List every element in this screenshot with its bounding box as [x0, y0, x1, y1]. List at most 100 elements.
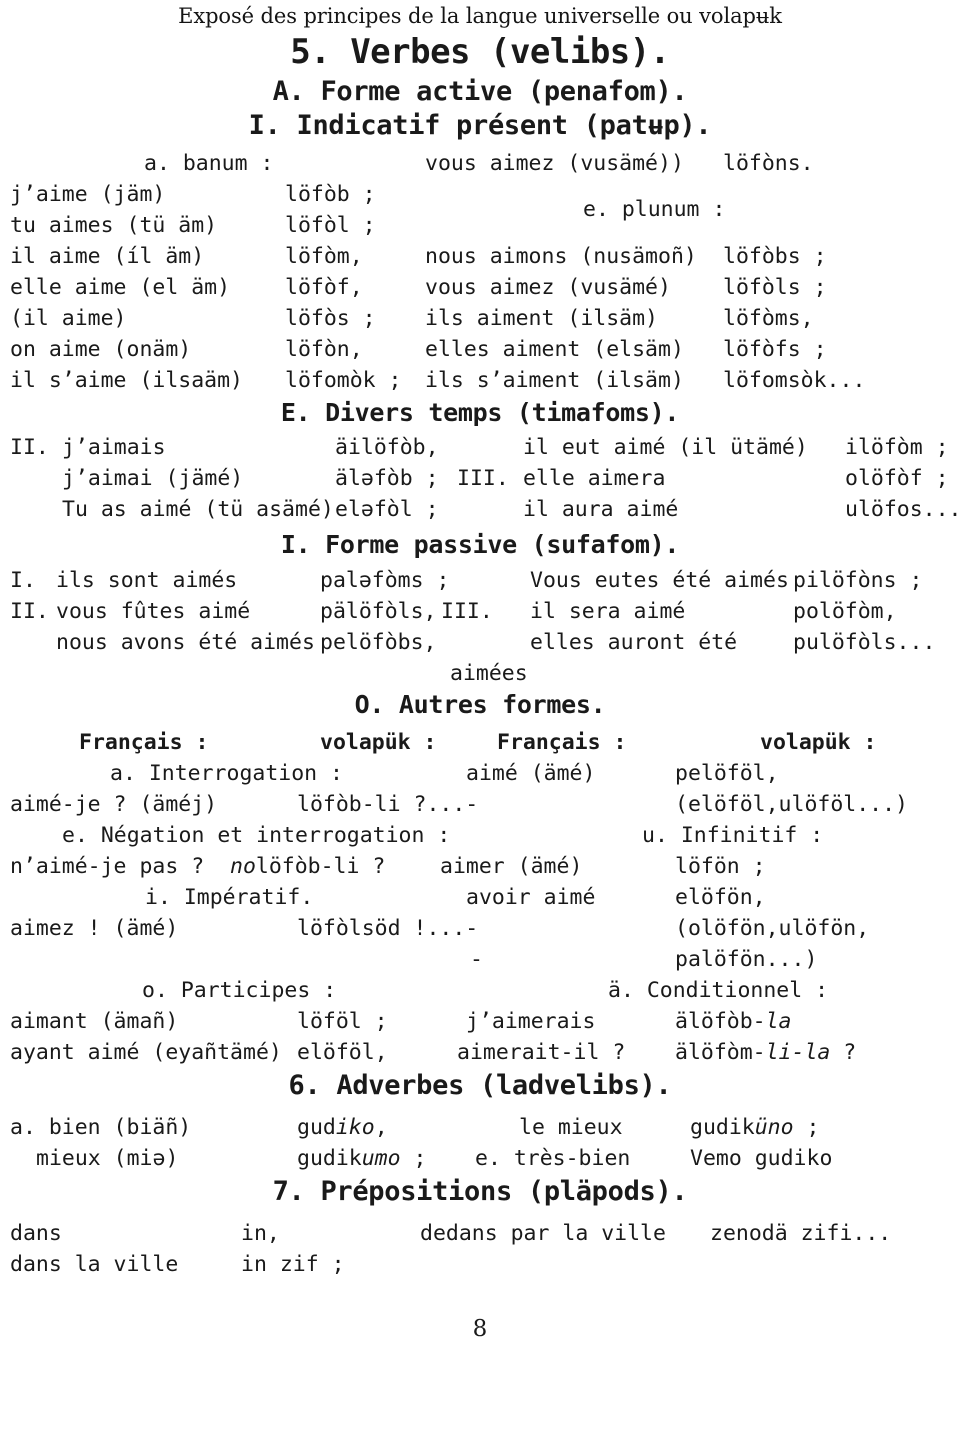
document-page: Exposé des principes de la langue univer…: [0, 0, 960, 1366]
banum-volapuk-top: löfòns.: [723, 151, 814, 176]
conditionnel-q-vp: älöfòm-li-la ?: [675, 1037, 856, 1068]
adverbe-vp2-suffix: üno: [754, 1115, 794, 1140]
infinitif-alt-2: palöfön...): [675, 947, 818, 972]
negation-volapuk-italic: no: [230, 854, 256, 879]
heading-prepositions: 7. Prépositions (pläpods).: [272, 1176, 688, 1207]
preposition-french-2: dedans par la ville: [420, 1221, 666, 1246]
adverbe-vp2-stem: gudik: [690, 1115, 755, 1140]
indicatif-row: j’aime (jäm) löfòb ;: [0, 179, 960, 210]
divers-temps-row: Tu as aimé (tü asämé) eləfòl ; il aura a…: [0, 494, 960, 525]
autres-row-participe-present: aimant (ämañ) löföl ; j’aimerais älöfòb-…: [0, 1006, 960, 1037]
adverbe-vp-punct: ,: [374, 1115, 388, 1140]
indicatif-french: on aime (onäm): [10, 337, 192, 362]
col-header-volapuk-left: volapük :: [320, 730, 437, 755]
passive-volapuk-2: polöfòm,: [793, 599, 897, 624]
preposition-volapuk: in zif ;: [241, 1252, 345, 1277]
participe-volapuk: pelöföl,: [675, 761, 779, 786]
passive-volapuk-2: pilöfòns ;: [793, 568, 923, 593]
adverbe-vp-stem: gud: [297, 1115, 336, 1140]
participe-volapuk-alt: (elöföl,ulöföl...): [675, 792, 908, 817]
interrogation-french: aimé-je ? (äméj): [10, 792, 218, 817]
heading-verbes: 5. Verbes (velibs).: [290, 32, 670, 72]
participe-french: aimé (ämé): [466, 761, 596, 786]
autres-col-header-row: Français : volapük : Français : volapük …: [0, 727, 960, 758]
heading-divers-temps: E. Divers temps (timafoms).: [280, 398, 680, 427]
autres-row-participe-passe: ayant aimé (eyañtämé) elöföl, aimerait-i…: [0, 1037, 960, 1068]
indicatif-volapuk: löfòm,: [285, 244, 363, 269]
passive-french: nous avons été aimés: [56, 630, 315, 655]
negation-french: n’aimé-je pas ?: [10, 854, 205, 879]
label-banum: a. banum :: [144, 151, 274, 176]
imperatif-french: aimez ! (ämé): [10, 916, 179, 941]
passive-volapuk: pelöfòbs,: [320, 630, 437, 655]
divers-french: j’aimais: [62, 435, 166, 460]
autres-row-negation-header: e. Négation et interrogation : u. Infini…: [0, 820, 960, 851]
label-imperatif: i. Impératif.: [145, 885, 314, 910]
indicatif-row: (il aime) löfòs ; ils aiment (ilsäm) löf…: [0, 303, 960, 334]
passive-volapuk-2: pulöfòls...: [793, 630, 936, 655]
col-header-french-left: Français :: [79, 730, 209, 755]
indicatif-french-plural: ils s’aiment (ilsäm): [425, 368, 684, 393]
heading-adverbes: 6. Adverbes (ladvelibs).: [288, 1070, 672, 1101]
passive-french-2: il sera aimé: [530, 599, 686, 624]
label-infinitif: u. Infinitif :: [642, 823, 824, 848]
imperatif-volapuk: löfòlsöd !...-: [297, 916, 479, 941]
divers-french: j’aimai (jämé): [62, 466, 244, 491]
infinitif-french: aimer (ämé): [440, 854, 583, 879]
divers-french: Tu as aimé (tü asämé): [62, 497, 334, 522]
adverbe-french: mieux (miə): [36, 1146, 179, 1171]
label-conditionnel: ä. Conditionnel :: [608, 978, 829, 1003]
passive-numeral: II.: [10, 599, 49, 624]
autres-row-imperatif-header: i. Impératif. avoir aimé elöfön,: [0, 882, 960, 913]
preposition-volapuk-2: zenodä zifi...: [710, 1221, 892, 1246]
passive-trailing-row: aimées: [0, 658, 960, 689]
adverbe-vp-punct: ;: [400, 1146, 427, 1171]
conditionnel-q-fr: aimerait-il ?: [457, 1040, 626, 1065]
adverbe-french-2: le mieux: [519, 1115, 623, 1140]
passive-aimees: aimées: [450, 661, 528, 686]
col-header-volapuk-right: volapük :: [760, 730, 877, 755]
adverbes-row: a. bien (biäñ) gudiko, le mieux gudiküno…: [0, 1112, 960, 1143]
divers-temps-row: II. j’aimais äilöfòb, il eut aimé (il üt…: [0, 432, 960, 463]
indicatif-volapuk-plural: löfomsòk...: [723, 368, 866, 393]
heading-forme-passive: I. Forme passive (sufafom).: [280, 530, 680, 559]
conditionnel-q-suffix: li-la: [765, 1040, 831, 1065]
running-head: Exposé des principes de la langue univer…: [178, 4, 782, 28]
indicatif-row: il aime (íl äm) löfòm, nous aimons (nusä…: [0, 241, 960, 272]
prepositions-row: dans la ville in zif ;: [0, 1249, 960, 1280]
adverbe-vp-stem: gudik: [297, 1146, 362, 1171]
indicatif-volapuk-plural: löfòfs ;: [723, 337, 827, 362]
passive-numeral: I.: [10, 568, 36, 593]
divers-volapuk: eləfòl ;: [335, 497, 439, 522]
indicatif-french: elle aime (el äm): [10, 275, 231, 300]
banum-french-top: vous aimez (vusämé)): [425, 151, 684, 176]
indicatif-volapuk-plural: löfòbs ;: [723, 244, 827, 269]
indicatif-french: il aime (íl äm): [10, 244, 205, 269]
adverbe-vp-suffix: umo: [361, 1146, 401, 1171]
divers-volapuk: äləfòb ;: [335, 466, 439, 491]
conditionnel-volapuk: älöfòb-la: [675, 1006, 792, 1037]
indicatif-french: tu aimes (tü äm): [10, 213, 218, 238]
indicatif-french: j’aime (jäm): [10, 182, 166, 207]
conditionnel-vp-suffix: la: [765, 1009, 792, 1034]
indicatif-volapuk: löfòn,: [285, 337, 363, 362]
indicatif-banum-row: a. banum : vous aimez (vusämé)) löfòns.: [0, 148, 960, 179]
adverbe-vp2-stem: Vemo gudiko: [690, 1146, 833, 1171]
adverbe-volapuk: gudiko,: [297, 1112, 388, 1143]
divers-volapuk-2: olöfòf ;: [845, 466, 949, 491]
divers-temps-row: j’aimai (jämé) äləfòb ; III. elle aimera…: [0, 463, 960, 494]
indicatif-volapuk: löfòf,: [285, 275, 363, 300]
indicatif-volapuk: löfomòk ;: [285, 368, 402, 393]
divers-french-2: il aura aimé: [523, 497, 679, 522]
negation-volapuk-rest: löfòb-li ?: [255, 854, 386, 879]
divers-french-2: il eut aimé (il ütämé): [523, 435, 808, 460]
adverbes-row: mieux (miə) gudikumo ; e. très-bien Vemo…: [0, 1143, 960, 1174]
infinitif-past-vp: elöfön,: [675, 885, 766, 910]
participe-present-fr: aimant (ämañ): [10, 1009, 179, 1034]
interrogation-volapuk: löfòb-li ?...-: [297, 792, 479, 817]
passive-row: II. vous fûtes aimé pälöfòls, III. il se…: [0, 596, 960, 627]
conditionnel-vp-stem: älöfòb-: [675, 1009, 766, 1034]
divers-numeral: II.: [10, 435, 49, 460]
divers-volapuk-2: ilöfòm ;: [845, 435, 949, 460]
heading-indicatif-present: I. Indicatif présent (patʉp).: [248, 110, 712, 141]
